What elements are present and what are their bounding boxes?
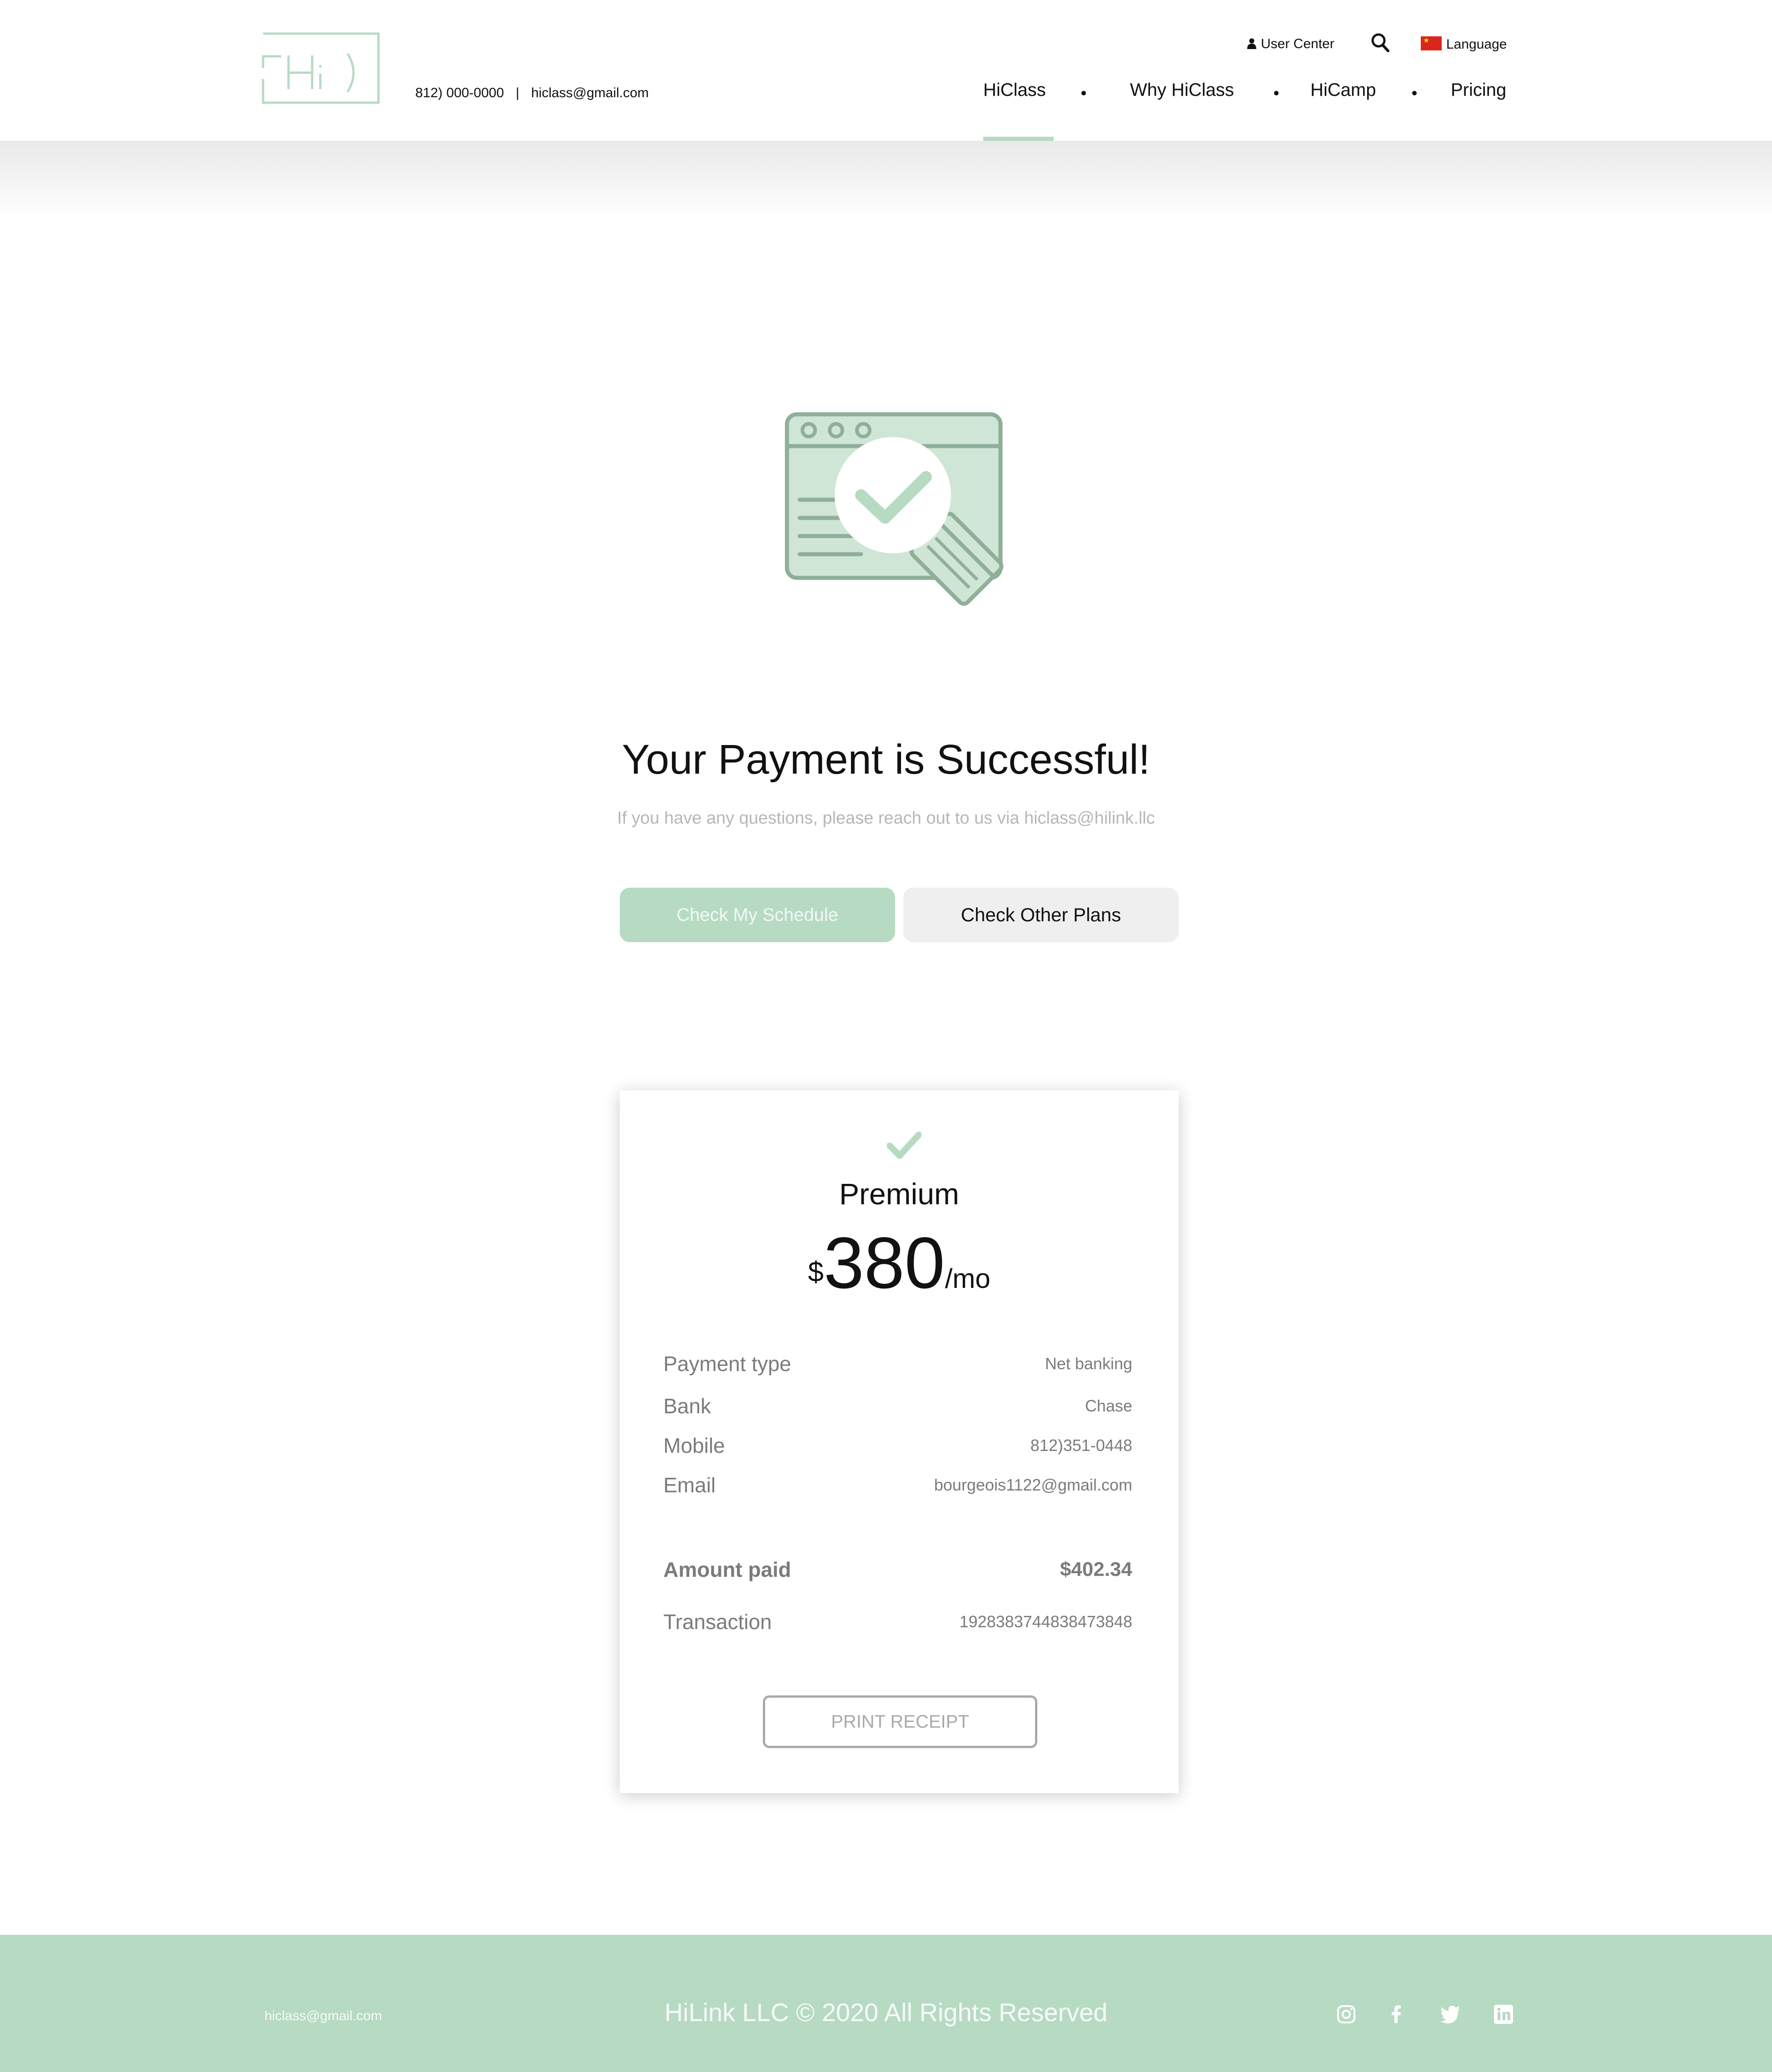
nav-active-indicator bbox=[983, 137, 1054, 141]
row-value: bourgeois1122@gmail.com bbox=[934, 1476, 1132, 1494]
instagram-icon[interactable] bbox=[1336, 2004, 1357, 2025]
price-currency: $ bbox=[808, 1257, 824, 1288]
receipt-row-payment-type: Payment type Net banking bbox=[663, 1352, 1132, 1379]
language-selector[interactable]: Language bbox=[1421, 36, 1507, 52]
payment-success-illustration bbox=[785, 412, 1004, 606]
price-period: /mo bbox=[945, 1263, 991, 1294]
site-header: 812) 000-0000 | hiclass@gmail.com User Cen… bbox=[0, 0, 1772, 141]
facebook-icon[interactable] bbox=[1386, 2004, 1407, 2025]
row-label: Transaction bbox=[663, 1610, 772, 1634]
nav-dot bbox=[1412, 91, 1417, 95]
row-value: $402.34 bbox=[1060, 1558, 1132, 1580]
header-email[interactable]: hiclass@gmail.com bbox=[531, 85, 649, 100]
nav-dot bbox=[1274, 91, 1279, 95]
twitter-icon[interactable] bbox=[1440, 2004, 1461, 2025]
row-label: Email bbox=[663, 1473, 716, 1497]
site-footer: hiclass@gmail.com HiLink LLC © 2020 All … bbox=[0, 1935, 1772, 2072]
receipt-row-amount-paid: Amount paid $402.34 bbox=[663, 1557, 1132, 1585]
check-icon bbox=[887, 1132, 921, 1159]
receipt-row-mobile: Mobile 812)351-0448 bbox=[663, 1433, 1132, 1461]
nav-why-hiclass[interactable]: Why HiClass bbox=[1130, 80, 1234, 100]
page-subtitle: If you have any questions, please reach … bbox=[617, 809, 1155, 828]
contact-separator: | bbox=[516, 85, 519, 100]
plan-price: $380/mo bbox=[620, 1227, 1179, 1299]
linkedin-icon[interactable] bbox=[1493, 2004, 1514, 2025]
plan-name: Premium bbox=[839, 1177, 960, 1211]
row-value: Net banking bbox=[1045, 1354, 1132, 1373]
receipt-row-email: Email bourgeois1122@gmail.com bbox=[663, 1473, 1132, 1500]
row-label: Amount paid bbox=[663, 1558, 791, 1581]
header-shadow bbox=[0, 141, 1772, 218]
language-label: Language bbox=[1446, 37, 1507, 52]
page-title: Your Payment is Successful! bbox=[622, 736, 1150, 783]
nav-pricing[interactable]: Pricing bbox=[1451, 80, 1506, 100]
row-label: Mobile bbox=[663, 1434, 725, 1457]
row-label: Payment type bbox=[663, 1352, 791, 1376]
china-flag-icon bbox=[1421, 36, 1442, 50]
row-label: Bank bbox=[663, 1394, 711, 1418]
header-contact: 812) 000-0000 | hiclass@gmail.com bbox=[415, 85, 649, 101]
receipt-card: Premium $380/mo Payment type Net banking… bbox=[620, 1090, 1179, 1793]
user-center-link[interactable]: User Center bbox=[1247, 36, 1334, 52]
nav-hicamp[interactable]: HiCamp bbox=[1310, 80, 1376, 100]
print-receipt-button[interactable]: PRINT RECEIPT bbox=[763, 1695, 1037, 1748]
receipt-row-bank: Bank Chase bbox=[663, 1394, 1132, 1421]
price-amount: 380 bbox=[823, 1222, 945, 1303]
row-value: Chase bbox=[1085, 1396, 1132, 1415]
user-icon bbox=[1247, 38, 1256, 49]
nav-hiclass[interactable]: HiClass bbox=[983, 80, 1046, 100]
check-other-plans-button[interactable]: Check Other Plans bbox=[903, 888, 1179, 942]
row-value: 1928383744838473848 bbox=[959, 1612, 1132, 1631]
receipt-row-transaction: Transaction 1928383744838473848 bbox=[663, 1610, 1132, 1637]
row-value: 812)351-0448 bbox=[1030, 1436, 1132, 1455]
nav-dot bbox=[1081, 91, 1086, 95]
search-icon[interactable] bbox=[1371, 33, 1390, 53]
hi-logo[interactable] bbox=[261, 32, 380, 104]
header-phone: 812) 000-0000 bbox=[415, 85, 504, 100]
check-my-schedule-button[interactable]: Check My Schedule bbox=[620, 888, 895, 942]
user-center-label: User Center bbox=[1261, 36, 1334, 51]
